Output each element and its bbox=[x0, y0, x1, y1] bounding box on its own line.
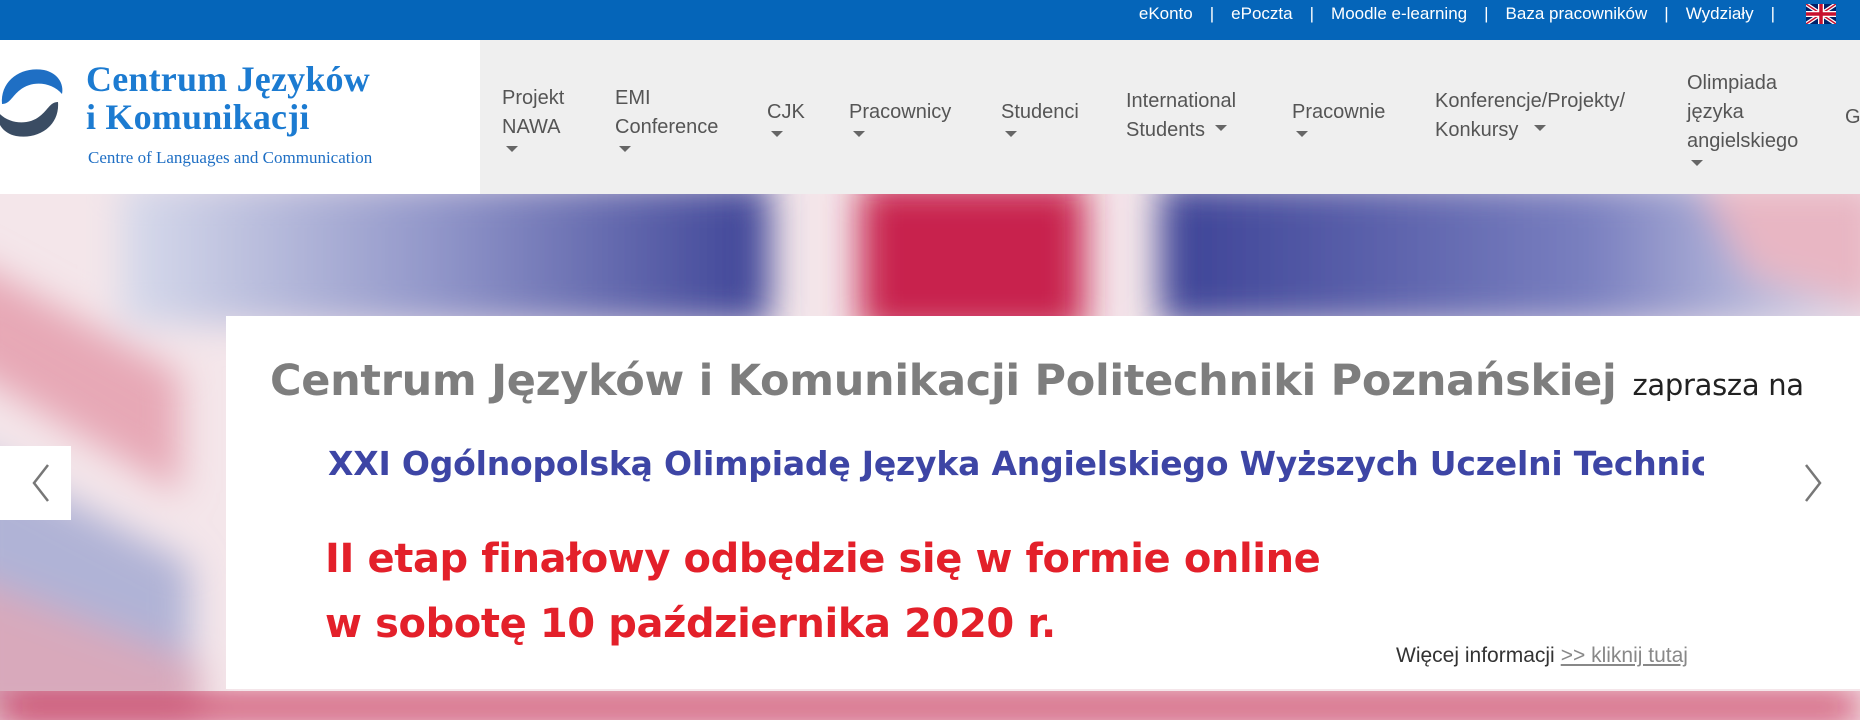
nav-item-pracownicy[interactable]: Pracownicy bbox=[849, 98, 951, 137]
link-wydzialy[interactable]: Wydziały bbox=[1686, 4, 1754, 24]
nav-item-konferencje-projekty-konkursy[interactable]: Konferencje/Projekty/ Konkursy bbox=[1435, 87, 1625, 145]
slide-heading: Centrum Języków i Komunikacji Politechni… bbox=[270, 356, 1804, 406]
site-header: Centrum Języków i Komunikacji Centre of … bbox=[0, 40, 1860, 194]
caret-down-icon bbox=[1215, 125, 1227, 131]
slide-olympiad-title: XXI Ogólnopolską Olimpiadę Języka Angiel… bbox=[328, 444, 1704, 483]
caret-down-icon bbox=[506, 146, 518, 152]
slide-content[interactable]: Centrum Języków i Komunikacji Politechni… bbox=[226, 316, 1860, 689]
logo-title: Centrum Języków i Komunikacji bbox=[86, 59, 370, 137]
slider-prev-button[interactable] bbox=[0, 446, 71, 520]
nav-item-emi-conference[interactable]: EMI Conference bbox=[615, 84, 718, 152]
separator: | bbox=[1770, 4, 1775, 23]
uk-flag-icon[interactable] bbox=[1806, 4, 1836, 24]
nav-item-cjk[interactable]: CJK bbox=[767, 98, 805, 137]
link-baza-pracownikow[interactable]: Baza pracowników bbox=[1506, 4, 1648, 24]
logo-mark-icon bbox=[0, 69, 63, 137]
separator: | bbox=[1664, 4, 1669, 23]
caret-down-icon bbox=[853, 131, 865, 137]
nav-item-truncated[interactable]: G bbox=[1845, 103, 1860, 132]
caret-down-icon bbox=[1534, 125, 1546, 131]
caret-down-icon bbox=[771, 131, 783, 137]
top-links: eKonto | ePoczta | Moodle e-learning | B… bbox=[1139, 0, 1836, 28]
main-navigation: Projekt NAWA EMI Conference CJK Pracowni… bbox=[480, 40, 1860, 194]
caret-down-icon bbox=[619, 146, 631, 152]
caret-down-icon bbox=[1691, 160, 1703, 166]
nav-item-international-students[interactable]: International Students bbox=[1126, 87, 1236, 145]
nav-item-projekt-nawa[interactable]: Projekt NAWA bbox=[502, 84, 564, 152]
more-info: Więcej informacji >> kliknij tutaj bbox=[1396, 644, 1688, 667]
site-logo[interactable]: Centrum Języków i Komunikacji Centre of … bbox=[0, 40, 480, 194]
nav-item-olimpiada[interactable]: Olimpiada języka angielskiego bbox=[1687, 69, 1798, 166]
separator: | bbox=[1309, 4, 1315, 23]
nav-item-pracownie[interactable]: Pracownie bbox=[1292, 98, 1385, 137]
chevron-right-icon bbox=[1805, 464, 1822, 502]
chevron-left-icon bbox=[32, 464, 49, 502]
separator: | bbox=[1484, 4, 1489, 23]
logo-subtitle: Centre of Languages and Communication bbox=[88, 148, 373, 167]
slider-next-button[interactable] bbox=[1788, 446, 1838, 520]
slide-date: w sobotę 10 października 2020 r. bbox=[325, 601, 1056, 647]
top-utility-bar: eKonto | ePoczta | Moodle e-learning | B… bbox=[0, 0, 1860, 40]
link-moodle[interactable]: Moodle e-learning bbox=[1331, 4, 1467, 24]
slide-stage-info: II etap finałowy odbędzie się w formie o… bbox=[325, 536, 1321, 582]
link-epoczta[interactable]: ePoczta bbox=[1231, 4, 1292, 24]
caret-down-icon bbox=[1005, 131, 1017, 137]
link-ekonto[interactable]: eKonto bbox=[1139, 4, 1193, 24]
nav-item-studenci[interactable]: Studenci bbox=[1001, 98, 1079, 137]
more-info-link[interactable]: >> kliknij tutaj bbox=[1561, 644, 1688, 667]
hero-slider: Centrum Języków i Komunikacji Politechni… bbox=[0, 194, 1860, 720]
separator: | bbox=[1209, 4, 1215, 23]
caret-down-icon bbox=[1296, 131, 1308, 137]
